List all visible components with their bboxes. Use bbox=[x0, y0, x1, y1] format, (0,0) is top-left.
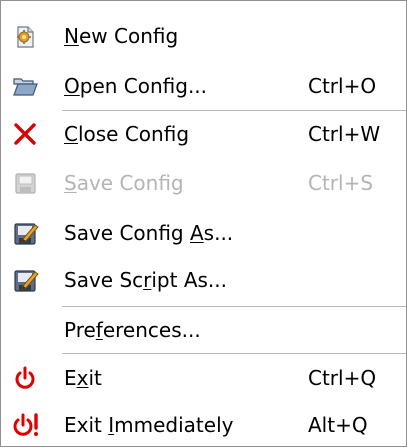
menu-item-label: New Config bbox=[64, 24, 179, 48]
menu-item-label: Open Config... bbox=[64, 74, 208, 98]
menu-item-preferences[interactable]: Preferences... bbox=[1, 307, 406, 353]
save-as-icon bbox=[11, 219, 39, 247]
menu-item-exit[interactable]: Exit Ctrl+Q bbox=[1, 355, 406, 401]
menu-item-save-config-as[interactable]: Save Config As... bbox=[1, 210, 406, 256]
shortcut-label: Ctrl+W bbox=[308, 122, 381, 146]
close-x-icon bbox=[11, 120, 39, 148]
menu-item-label: Save Config bbox=[64, 171, 184, 195]
menu-item-label: Exit bbox=[64, 366, 102, 390]
power-icon bbox=[11, 364, 39, 392]
new-config-icon bbox=[11, 22, 39, 50]
config-menu: New Config Open Config... Ctrl+O Close C… bbox=[0, 0, 407, 447]
menu-separator bbox=[62, 353, 406, 354]
menu-item-label: Save Script As... bbox=[64, 268, 227, 292]
menu-item-exit-immediately[interactable]: Exit Immediately Alt+Q bbox=[1, 402, 406, 448]
menu-item-save-script-as[interactable]: Save Script As... bbox=[1, 257, 406, 303]
shortcut-label: Ctrl+O bbox=[308, 74, 377, 98]
menu-item-new-config[interactable]: New Config bbox=[1, 13, 406, 59]
menu-item-close-config[interactable]: Close Config Ctrl+W bbox=[1, 111, 406, 157]
menu-item-label: Preferences... bbox=[64, 318, 201, 342]
save-as-icon bbox=[11, 266, 39, 294]
menu-item-label: Save Config As... bbox=[64, 221, 234, 245]
power-exclaim-icon bbox=[11, 411, 39, 439]
menu-item-save-config: Save Config Ctrl+S bbox=[1, 160, 406, 206]
menu-item-label: Close Config bbox=[64, 122, 190, 146]
menu-item-open-config[interactable]: Open Config... Ctrl+O bbox=[1, 63, 406, 109]
shortcut-label: Alt+Q bbox=[308, 413, 368, 437]
save-disk-icon bbox=[11, 169, 39, 197]
menu-item-label: Exit Immediately bbox=[64, 413, 234, 437]
shortcut-label: Ctrl+S bbox=[308, 171, 374, 195]
folder-open-icon bbox=[11, 72, 39, 100]
shortcut-label: Ctrl+Q bbox=[308, 366, 377, 390]
